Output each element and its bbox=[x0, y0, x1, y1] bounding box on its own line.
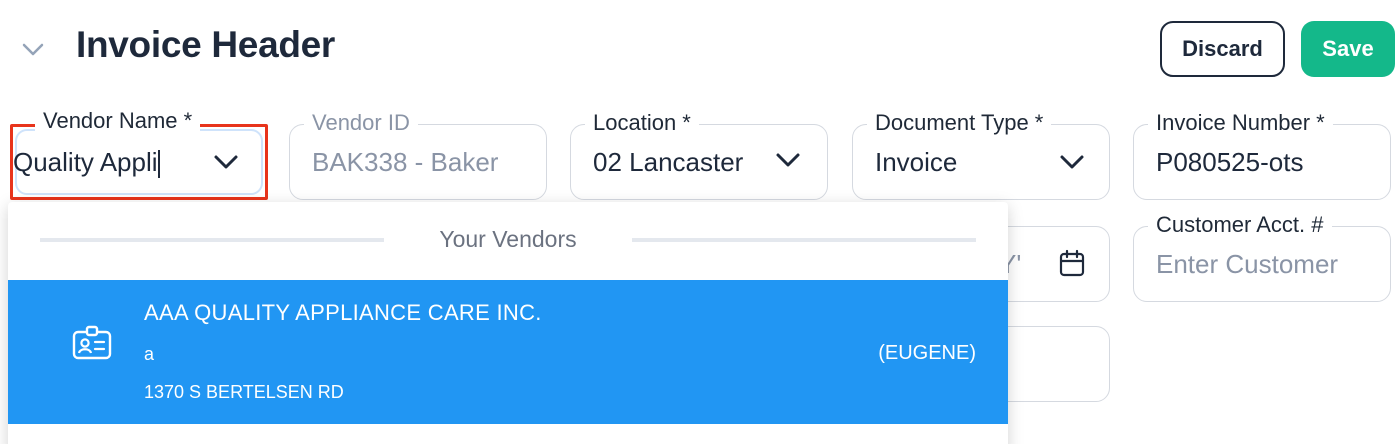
vendor-option-subtitle: a bbox=[144, 344, 155, 364]
vendor-name-input[interactable]: Quality Appli bbox=[13, 147, 193, 179]
vendor-option-location: (EUGENE) bbox=[878, 342, 976, 364]
collapse-chevron-icon[interactable] bbox=[20, 36, 46, 62]
vendor-name-label: Vendor Name * bbox=[35, 107, 201, 135]
vendor-id-value: BAK338 - Baker bbox=[312, 147, 499, 177]
vendor-id-label: Vendor ID bbox=[304, 109, 418, 137]
document-type-chevron-down-icon[interactable] bbox=[1059, 151, 1085, 173]
customer-acct-field[interactable]: Customer Acct. # Enter Customer bbox=[1133, 211, 1391, 302]
document-type-value: Invoice bbox=[875, 147, 958, 177]
vendor-option[interactable]: AAA QUALITY APPLIANCE CARE INC. a 1370 S… bbox=[8, 280, 1008, 424]
vendor-dropdown: Your Vendors AAA QUALITY APPLIANCE CARE … bbox=[8, 202, 1008, 444]
vendor-name-field[interactable]: Vendor Name * Quality Appli bbox=[10, 107, 268, 200]
vendor-card-icon bbox=[72, 325, 112, 360]
location-field[interactable]: Location * 02 Lancaster bbox=[570, 109, 828, 200]
vendor-id-field[interactable]: Vendor ID BAK338 - Baker bbox=[289, 109, 547, 200]
page-title: Invoice Header bbox=[76, 24, 336, 65]
vendor-name-chevron-down-icon[interactable] bbox=[213, 151, 239, 173]
divider bbox=[632, 238, 976, 242]
document-type-field[interactable]: Document Type * Invoice bbox=[852, 109, 1110, 200]
save-button[interactable]: Save bbox=[1301, 21, 1395, 77]
calendar-icon[interactable] bbox=[1058, 249, 1086, 279]
vendor-name-value: Quality Appli bbox=[13, 147, 158, 177]
location-chevron-down-icon[interactable] bbox=[775, 149, 801, 171]
vendor-option-name: AAA QUALITY APPLIANCE CARE INC. bbox=[144, 300, 542, 325]
document-type-label: Document Type * bbox=[867, 109, 1052, 137]
invoice-number-value: P080525-ots bbox=[1156, 147, 1304, 177]
discard-button[interactable]: Discard bbox=[1160, 21, 1285, 77]
customer-acct-input[interactable]: Enter Customer bbox=[1156, 249, 1338, 280]
customer-acct-label: Customer Acct. # bbox=[1148, 211, 1332, 239]
text-cursor bbox=[157, 150, 160, 179]
vendor-option-address: 1370 S BERTELSEN RD bbox=[144, 382, 344, 402]
location-value: 02 Lancaster bbox=[593, 147, 744, 177]
dropdown-section-header: Your Vendors bbox=[8, 202, 1008, 280]
invoice-number-field[interactable]: Invoice Number * P080525-ots bbox=[1133, 109, 1391, 200]
invoice-number-label: Invoice Number * bbox=[1148, 109, 1333, 137]
location-label: Location * bbox=[585, 109, 699, 137]
